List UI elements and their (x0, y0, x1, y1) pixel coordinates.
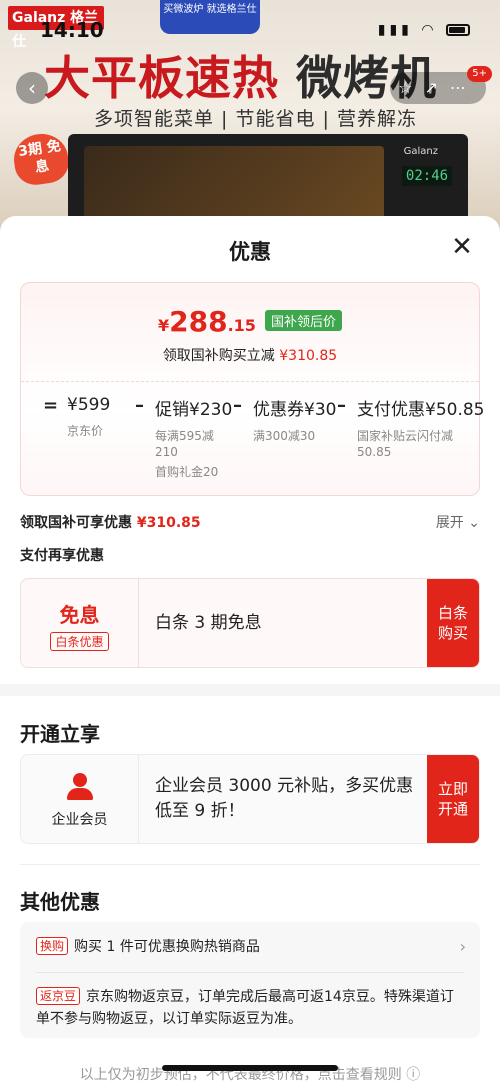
open-section-title: 开通立享 (20, 722, 100, 746)
section-separator (0, 684, 500, 696)
calc-value: 优惠券¥30 (253, 400, 337, 420)
calc-sub: 每满595减210 (155, 429, 214, 459)
trade-in-offer[interactable]: 换购 购买 1 件可优惠换购热销商品 › (36, 936, 466, 958)
close-button[interactable]: ✕ (448, 234, 476, 262)
other-section-title: 其他优惠 (20, 890, 100, 914)
oven-brand: Galanz (403, 146, 438, 157)
promo-tag: 3期 免息 (10, 130, 72, 188)
calc-item-list-price: ¥599 京东价 (67, 395, 110, 439)
jingdou-offer: 返京豆 京东购物返京豆，订单完成后最高可返14京豆。特殊渠道订单不参与购物返豆，以… (36, 986, 466, 1030)
calc-value: 支付优惠¥50.85 (357, 400, 485, 420)
trade-in-tag: 换购 (36, 937, 69, 955)
discount-sheet: 优惠 ✕ ¥288.15 国补领后价 领取国补购买立减 ¥310.85 = ¥5… (0, 216, 500, 1081)
expand-toggle[interactable]: 展开 ⌄ (436, 512, 480, 532)
price-dec: .15 (227, 316, 256, 335)
star-icon[interactable]: ☆ (398, 78, 424, 97)
calc-value: 促销¥230 (155, 400, 233, 420)
minus-sign: – (135, 395, 144, 416)
calc-sub: 国家补贴云闪付减50.85 (357, 429, 454, 459)
status-time: 14:10 (40, 18, 104, 42)
divider (20, 864, 480, 865)
sheet-title: 优惠 (229, 240, 271, 264)
calc-item-promotion: 促销¥230 每满595减210 首购礼金20 (155, 395, 235, 480)
final-price-row: ¥288.15 国补领后价 (21, 305, 479, 338)
calc-sub: 首购礼金20 (155, 465, 219, 479)
claim-subsidy-row[interactable]: 领取国补可享优惠 ¥310.85 展开 ⌄ (20, 512, 480, 532)
status-icons: ▮▮▮ ◠ (378, 22, 470, 38)
member-offer-card[interactable]: 企业会员 企业会员 3000 元补贴，多买优惠低至 9 折！ 立即开通 (20, 754, 480, 844)
back-button[interactable]: ‹ (16, 72, 48, 104)
final-price: ¥288.15 (157, 305, 256, 338)
payment-offers-label: 支付再享优惠 (20, 548, 104, 564)
open-member-button[interactable]: 立即开通 (427, 755, 479, 843)
interest-free-title: 免息 (59, 603, 100, 627)
member-label: 企业会员 (51, 812, 108, 828)
divider (36, 972, 464, 973)
banner-headline: 大平板速热 微烤机 (44, 42, 437, 108)
close-icon: ✕ (451, 232, 473, 262)
baitiao-offer-card[interactable]: 免息 白条优惠 白条 3 期免息 白条购买 (20, 578, 480, 668)
baitiao-tag: 白条优惠 (50, 632, 109, 651)
minus-sign: – (337, 395, 346, 416)
trade-in-text: 购买 1 件可优惠换购热销商品 (74, 939, 260, 955)
person-icon (65, 773, 95, 803)
product-banner: Galanz 格兰仕 买微波炉 就选格兰仕 14:10 ▮▮▮ ◠ 大平板速热 … (0, 0, 500, 240)
jingdou-text: 京东购物返京豆，订单完成后最高可返14京豆。特殊渠道订单不参与购物返豆，以订单实… (36, 989, 454, 1027)
calc-sub: 京东价 (67, 424, 104, 438)
wifi-icon: ◠ (421, 22, 438, 38)
price-card: ¥288.15 国补领后价 领取国补购买立减 ¥310.85 = ¥599 京东… (20, 282, 485, 496)
instant-label: 领取国补购买立减 (162, 348, 275, 364)
home-indicator (162, 1065, 338, 1071)
battery-icon (446, 24, 470, 36)
claim-label: 领取国补可享优惠 (20, 515, 132, 531)
other-offers-box: 换购 购买 1 件可优惠换购热销商品 › 返京豆 京东购物返京豆，订单完成后最高可返… (20, 922, 480, 1038)
member-text: 企业会员 3000 元补贴，多买优惠低至 9 折！ (155, 776, 414, 821)
chevron-right-icon: › (459, 937, 466, 956)
chevron-left-icon: ‹ (28, 76, 36, 100)
brand-pill: 买微波炉 就选格兰仕 (160, 0, 260, 34)
oven-display: 02:46 (402, 166, 452, 186)
cart-badge: 5+ (467, 66, 492, 82)
chevron-down-icon: ⌄ (468, 515, 480, 531)
calc-item-payment: 支付优惠¥50.85 国家补贴云闪付减50.85 (357, 395, 485, 460)
price-yen: ¥ (157, 316, 170, 335)
baitiao-text: 白条 3 期免息 (155, 612, 262, 633)
calc-divider (21, 381, 479, 382)
claim-amount: ¥310.85 (136, 515, 201, 531)
share-icon[interactable]: ↗ (424, 78, 449, 97)
price-calculation: = ¥599 京东价 – 促销¥230 每满595减210 首购礼金20 – 优… (43, 395, 485, 485)
banner-subhead: 多项智能菜单 | 节能省电 | 营养解冻 (94, 108, 417, 130)
expand-label: 展开 (435, 515, 464, 531)
instant-discount-row: 领取国补购买立减 ¥310.85 (21, 345, 479, 365)
instant-amount: ¥310.85 (279, 348, 338, 364)
baitiao-left: 免息 白条优惠 (21, 579, 139, 667)
signal-icon: ▮▮▮ (377, 22, 413, 38)
price-int: 288 (169, 305, 228, 338)
calc-sub: 满300减30 (253, 429, 316, 443)
calc-item-coupon: 优惠券¥30 满300减30 (253, 395, 336, 444)
jingdou-tag: 返京豆 (36, 987, 81, 1005)
minus-sign: – (233, 395, 242, 416)
member-left: 企业会员 (21, 755, 139, 843)
baitiao-buy-button[interactable]: 白条购买 (427, 579, 479, 667)
headline-red: 大平板速热 (44, 51, 279, 105)
calc-value: ¥599 (67, 395, 111, 415)
equals-sign: = (43, 395, 59, 416)
after-subsidy-badge: 国补领后价 (265, 310, 343, 331)
